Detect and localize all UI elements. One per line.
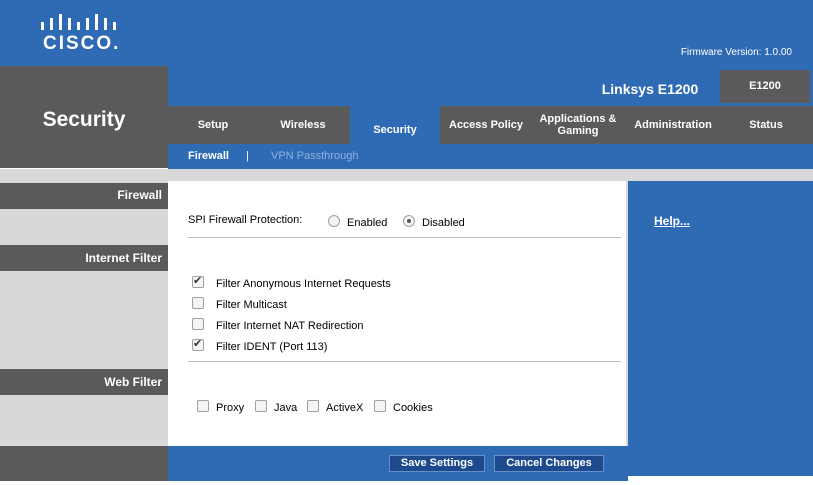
tab-applications-gaming[interactable]: Applications & Gaming bbox=[532, 106, 624, 144]
spi-firewall-label: SPI Firewall Protection: bbox=[188, 214, 303, 226]
web-filter-proxy-checkbox[interactable] bbox=[197, 400, 209, 412]
tab-access-policy[interactable]: Access Policy bbox=[442, 106, 530, 144]
tab-setup[interactable]: Setup bbox=[168, 106, 258, 144]
firmware-value: 1.0.00 bbox=[764, 47, 792, 58]
cancel-changes-button[interactable]: Cancel Changes bbox=[494, 455, 604, 472]
section-divider bbox=[188, 361, 621, 362]
web-filter-activex-label: ActiveX bbox=[326, 402, 364, 414]
web-filter-activex-checkbox[interactable] bbox=[307, 400, 319, 412]
spi-disabled-label: Disabled bbox=[422, 217, 465, 229]
section-internet-filter-label: Internet Filter bbox=[0, 245, 168, 271]
subnav-bar bbox=[168, 144, 813, 169]
filter-ident-label: Filter IDENT (Port 113) bbox=[216, 341, 328, 353]
footer-left bbox=[0, 446, 168, 481]
web-filter-java-checkbox[interactable] bbox=[255, 400, 267, 412]
filter-anonymous-label: Filter Anonymous Internet Requests bbox=[216, 278, 391, 290]
model-badge: E1200 bbox=[720, 70, 810, 103]
web-filter-java-label: Java bbox=[274, 402, 298, 414]
tab-administration[interactable]: Administration bbox=[626, 106, 720, 144]
spi-enabled-radio[interactable] bbox=[328, 215, 340, 227]
spi-disabled-radio[interactable] bbox=[403, 215, 415, 227]
left-column bbox=[0, 181, 168, 451]
firmware-label: Firmware Version: bbox=[680, 47, 762, 58]
web-filter-proxy-label: Proxy bbox=[216, 402, 245, 414]
tab-status[interactable]: Status bbox=[722, 106, 810, 144]
filter-ident-checkbox[interactable] bbox=[192, 337, 204, 351]
firmware-version: Firmware Version: 1.0.00 bbox=[681, 47, 792, 58]
subnav-firewall[interactable]: Firewall bbox=[188, 150, 229, 162]
filter-multicast-label: Filter Multicast bbox=[216, 299, 287, 311]
filter-multicast-checkbox[interactable] bbox=[192, 297, 204, 309]
filter-nat-redirection-checkbox[interactable] bbox=[192, 318, 204, 330]
save-settings-button[interactable]: Save Settings bbox=[389, 455, 485, 472]
page-title: Security bbox=[42, 108, 126, 131]
divider-band bbox=[0, 169, 813, 181]
cisco-logo-bars-icon bbox=[41, 14, 116, 30]
filter-nat-redirection-label: Filter Internet NAT Redirection bbox=[216, 320, 364, 332]
section-web-filter-label: Web Filter bbox=[0, 369, 168, 395]
subnav-vpn-passthrough[interactable]: VPN Passthrough bbox=[271, 150, 358, 162]
section-divider bbox=[188, 237, 621, 238]
spi-enabled-label: Enabled bbox=[347, 217, 388, 229]
subnav-separator: | bbox=[246, 150, 249, 162]
web-filter-cookies-label: Cookies bbox=[393, 402, 433, 414]
help-link[interactable]: Help... bbox=[654, 214, 690, 228]
tab-wireless[interactable]: Wireless bbox=[258, 106, 348, 144]
section-firewall-label: Firewall bbox=[0, 183, 168, 209]
product-name: Linksys E1200 bbox=[601, 81, 699, 97]
filter-anonymous-checkbox[interactable] bbox=[192, 274, 204, 288]
cisco-logo-text: CISCO. bbox=[43, 33, 121, 54]
web-filter-cookies-checkbox[interactable] bbox=[374, 400, 386, 412]
